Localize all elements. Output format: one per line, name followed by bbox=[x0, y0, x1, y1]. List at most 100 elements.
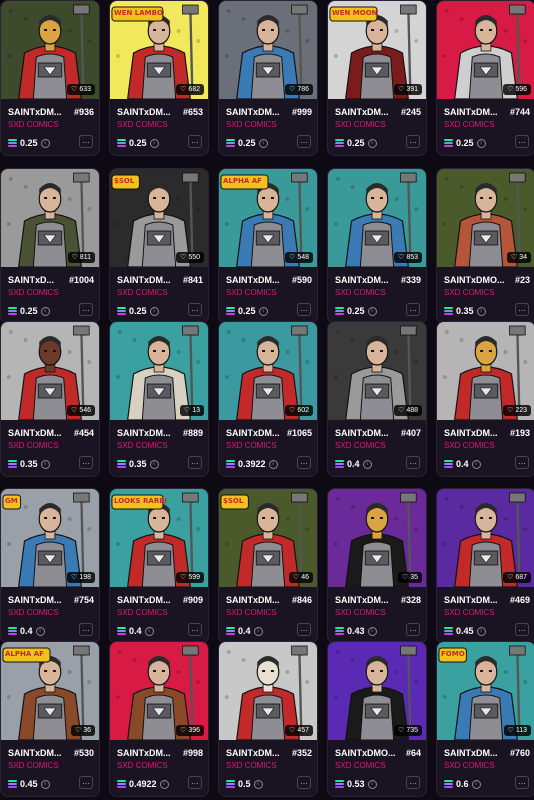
likes-badge[interactable]: ♡ 786 bbox=[285, 84, 313, 95]
likes-badge[interactable]: ♡ 548 bbox=[285, 252, 313, 263]
likes-badge[interactable]: ♡ 46 bbox=[288, 572, 313, 583]
nft-image[interactable]: ♡ 35 bbox=[328, 489, 426, 587]
nft-name[interactable]: SAINTxDM... bbox=[444, 595, 506, 605]
collection-name[interactable]: SXD COMICS bbox=[444, 608, 495, 617]
nft-name[interactable]: SAINTxDM... bbox=[117, 107, 179, 117]
nft-name[interactable]: SAINTxDM... bbox=[335, 595, 397, 605]
likes-badge[interactable]: ♡ 34 bbox=[506, 252, 531, 263]
likes-badge[interactable]: ♡ 602 bbox=[285, 405, 313, 416]
nft-name[interactable]: SAINTxDM... bbox=[335, 428, 397, 438]
info-icon[interactable]: i bbox=[40, 779, 50, 789]
nft-name[interactable]: SAINTxDM... bbox=[117, 428, 179, 438]
info-icon[interactable]: i bbox=[471, 459, 481, 469]
likes-badge[interactable]: ♡ 853 bbox=[394, 252, 422, 263]
info-icon[interactable]: i bbox=[253, 626, 263, 636]
more-options-button[interactable]: … bbox=[188, 623, 202, 636]
info-icon[interactable]: i bbox=[144, 626, 154, 636]
nft-image[interactable]: ♡ 34 bbox=[437, 169, 534, 267]
nft-name[interactable]: SAINTxDM... bbox=[444, 428, 506, 438]
info-icon[interactable]: i bbox=[159, 779, 169, 789]
nft-image[interactable]: ♡ 13 bbox=[110, 322, 208, 420]
likes-badge[interactable]: ♡ 687 bbox=[503, 572, 531, 583]
nft-image[interactable]: FOMO ♡ 113 bbox=[437, 642, 534, 740]
nft-image[interactable]: ALPHA AF ♡ 36 bbox=[1, 642, 99, 740]
nft-image[interactable]: ♡ 457 bbox=[219, 642, 317, 740]
info-icon[interactable]: i bbox=[35, 626, 45, 636]
nft-image[interactable]: ♡ 546 bbox=[1, 322, 99, 420]
more-options-button[interactable]: … bbox=[188, 776, 202, 789]
info-icon[interactable]: i bbox=[268, 459, 278, 469]
nft-card[interactable]: WEN MOON ♡ 391 SAINTxDM... #245 SXD COMI… bbox=[327, 0, 427, 156]
info-icon[interactable]: i bbox=[253, 779, 263, 789]
more-options-button[interactable]: … bbox=[406, 135, 420, 148]
collection-name[interactable]: SXD COMICS bbox=[117, 288, 168, 297]
nft-card[interactable]: ♡ 35 SAINTxDM... #328 SXD COMICS 0.43 i … bbox=[327, 488, 427, 644]
nft-image[interactable]: ♡ 735 bbox=[328, 642, 426, 740]
collection-name[interactable]: SXD COMICS bbox=[8, 441, 59, 450]
likes-badge[interactable]: ♡ 36 bbox=[70, 725, 95, 736]
nft-image[interactable]: GM ♡ 198 bbox=[1, 489, 99, 587]
nft-card[interactable]: GM ♡ 198 SAINTxDM... #754 SXD COMICS 0.4… bbox=[0, 488, 100, 644]
more-options-button[interactable]: … bbox=[79, 623, 93, 636]
nft-image[interactable]: ♡ 811 bbox=[1, 169, 99, 267]
nft-name[interactable]: SAINTxDM... bbox=[8, 748, 70, 758]
collection-name[interactable]: SXD COMICS bbox=[8, 120, 59, 129]
more-options-button[interactable]: … bbox=[515, 135, 529, 148]
nft-name[interactable]: SAINTxDM... bbox=[444, 748, 506, 758]
collection-name[interactable]: SXD COMICS bbox=[335, 288, 386, 297]
more-options-button[interactable]: … bbox=[297, 776, 311, 789]
more-options-button[interactable]: … bbox=[515, 456, 529, 469]
info-icon[interactable]: i bbox=[367, 779, 377, 789]
nft-image[interactable]: ♡ 396 bbox=[110, 642, 208, 740]
likes-badge[interactable]: ♡ 735 bbox=[394, 725, 422, 736]
nft-card[interactable]: ♡ 488 SAINTxDM... #407 SXD COMICS 0.4 i … bbox=[327, 321, 427, 477]
nft-card[interactable]: ♡ 602 SAINTxDM... #1065 SXD COMICS 0.392… bbox=[218, 321, 318, 477]
collection-name[interactable]: SXD COMICS bbox=[444, 441, 495, 450]
nft-card[interactable]: ♡ 223 SAINTxDM... #193 SXD COMICS 0.4 i … bbox=[436, 321, 534, 477]
collection-name[interactable]: SXD COMICS bbox=[117, 120, 168, 129]
collection-name[interactable]: SXD COMICS bbox=[444, 761, 495, 770]
nft-card[interactable]: LOOKS RARE! ♡ 599 SAINTxDM... #909 SXD C… bbox=[109, 488, 209, 644]
collection-name[interactable]: SXD COMICS bbox=[444, 288, 495, 297]
info-icon[interactable]: i bbox=[476, 138, 486, 148]
collection-name[interactable]: SXD COMICS bbox=[117, 761, 168, 770]
more-options-button[interactable]: … bbox=[79, 456, 93, 469]
collection-name[interactable]: SXD COMICS bbox=[8, 608, 59, 617]
collection-name[interactable]: SXD COMICS bbox=[335, 608, 386, 617]
likes-badge[interactable]: ♡ 223 bbox=[503, 405, 531, 416]
more-options-button[interactable]: … bbox=[406, 623, 420, 636]
nft-card[interactable]: ♡ 546 SAINTxDM... #454 SXD COMICS 0.35 i… bbox=[0, 321, 100, 477]
collection-name[interactable]: SXD COMICS bbox=[226, 608, 277, 617]
nft-image[interactable]: LOOKS RARE! ♡ 599 bbox=[110, 489, 208, 587]
nft-card[interactable]: ♡ 596 SAINTxDM... #744 SXD COMICS 0.25 i… bbox=[436, 0, 534, 156]
nft-card[interactable]: ♡ 687 SAINTxDM... #469 SXD COMICS 0.45 i… bbox=[436, 488, 534, 644]
nft-name[interactable]: SAINTxDM... bbox=[226, 748, 288, 758]
nft-name[interactable]: SAINTxDM... bbox=[117, 595, 179, 605]
collection-name[interactable]: SXD COMICS bbox=[8, 761, 59, 770]
likes-badge[interactable]: ♡ 599 bbox=[176, 572, 204, 583]
collection-name[interactable]: SXD COMICS bbox=[226, 761, 277, 770]
more-options-button[interactable]: … bbox=[188, 456, 202, 469]
more-options-button[interactable]: … bbox=[406, 776, 420, 789]
nft-name[interactable]: SAINTxDM... bbox=[444, 107, 506, 117]
nft-name[interactable]: SAINTxDM... bbox=[117, 275, 179, 285]
nft-name[interactable]: SAINTxDM... bbox=[8, 428, 70, 438]
info-icon[interactable]: i bbox=[40, 306, 50, 316]
collection-name[interactable]: SXD COMICS bbox=[335, 441, 386, 450]
nft-name[interactable]: SAINTxDMO... bbox=[444, 275, 506, 285]
more-options-button[interactable]: … bbox=[79, 303, 93, 316]
more-options-button[interactable]: … bbox=[297, 303, 311, 316]
info-icon[interactable]: i bbox=[258, 138, 268, 148]
nft-card[interactable]: WEN LAMBO ♡ 682 SAINTxDM... #653 SXD COM… bbox=[109, 0, 209, 156]
nft-name[interactable]: SAINTxDM... bbox=[226, 595, 288, 605]
likes-badge[interactable]: ♡ 550 bbox=[176, 252, 204, 263]
more-options-button[interactable]: … bbox=[188, 135, 202, 148]
collection-name[interactable]: SXD COMICS bbox=[117, 608, 168, 617]
likes-badge[interactable]: ♡ 391 bbox=[394, 84, 422, 95]
info-icon[interactable]: i bbox=[476, 306, 486, 316]
nft-card[interactable]: ♡ 457 SAINTxDM... #352 SXD COMICS 0.5 i … bbox=[218, 641, 318, 797]
likes-badge[interactable]: ♡ 811 bbox=[67, 252, 95, 263]
nft-name[interactable]: SAINTxDM... bbox=[226, 428, 288, 438]
nft-image[interactable]: ♡ 223 bbox=[437, 322, 534, 420]
nft-card[interactable]: ♡ 811 SAINTxD... #1004 SXD COMICS 0.25 i… bbox=[0, 168, 100, 324]
